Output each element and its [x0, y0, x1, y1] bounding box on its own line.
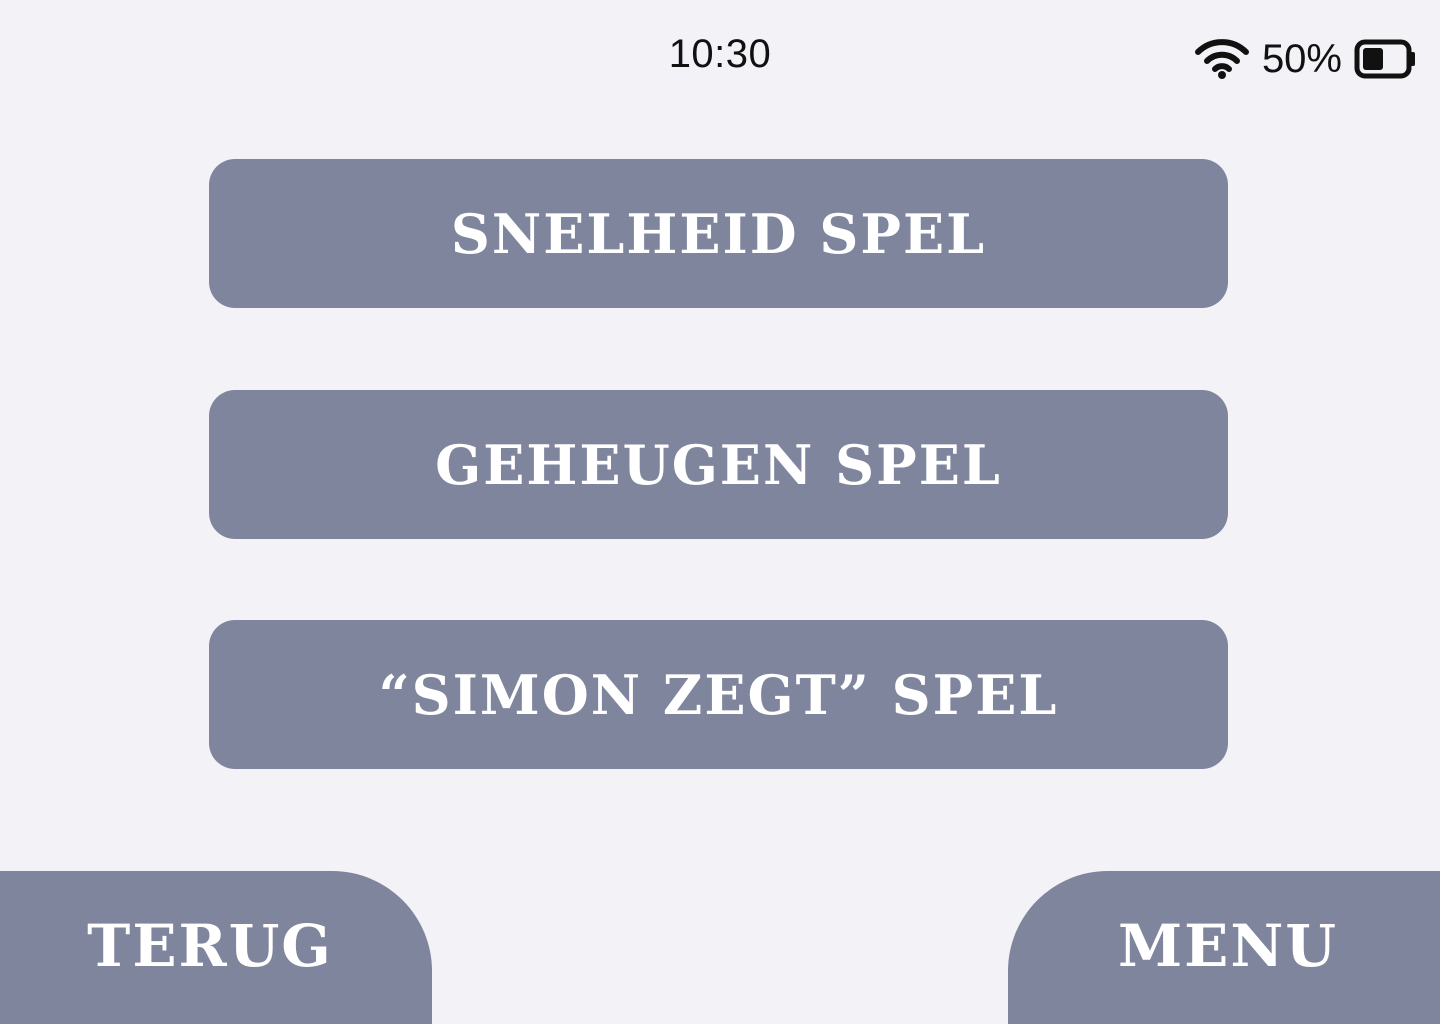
simon-says-game-button[interactable]: “SIMON ZEGT” SPEL [209, 620, 1228, 769]
battery-percent: 50% [1261, 37, 1342, 81]
back-button[interactable]: TERUG [0, 871, 432, 1024]
menu-button-label: MENU [1117, 911, 1338, 980]
speed-game-label: SNELHEID SPEL [450, 201, 987, 266]
status-indicators: 50% [1194, 36, 1416, 82]
back-button-label: TERUG [87, 911, 333, 980]
memory-game-label: GEHEUGEN SPEL [435, 432, 1002, 497]
status-time: 10:30 [668, 32, 772, 76]
menu-button[interactable]: MENU [1008, 871, 1440, 1024]
wifi-icon [1194, 39, 1250, 79]
battery-icon [1354, 39, 1416, 79]
simon-says-game-label: “SIMON ZEGT” SPEL [378, 662, 1059, 727]
battery-level-fill [1363, 48, 1383, 70]
status-bar: 10:30 50% [0, 0, 1440, 110]
speed-game-button[interactable]: SNELHEID SPEL [209, 159, 1228, 308]
memory-game-button[interactable]: GEHEUGEN SPEL [209, 390, 1228, 539]
